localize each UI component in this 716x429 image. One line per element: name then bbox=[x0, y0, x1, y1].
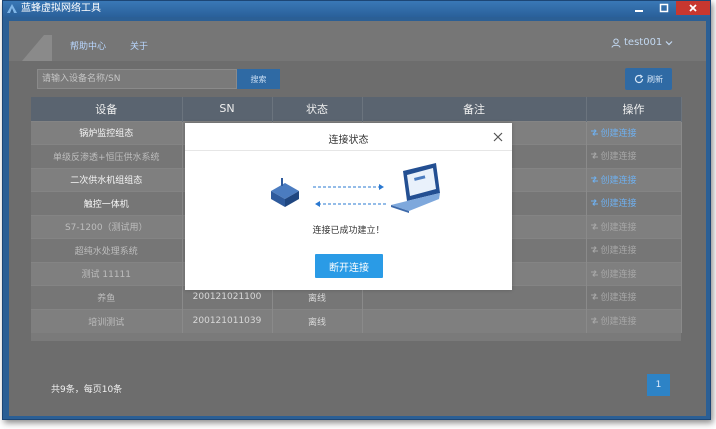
header-action: 操作 bbox=[586, 97, 682, 121]
nav-help-center[interactable]: 帮助中心 bbox=[70, 39, 106, 52]
action-cell: 创建连接 bbox=[586, 285, 682, 309]
create-connection-link[interactable]: 创建连接 bbox=[590, 196, 637, 209]
table-header-row: 设备 SN 状态 备注 操作 bbox=[31, 97, 682, 121]
maximize-button[interactable] bbox=[652, 1, 676, 15]
search-input[interactable] bbox=[37, 69, 237, 89]
create-connection-link[interactable]: 创建连接 bbox=[590, 126, 637, 139]
device-name: S7-1200（测试用） bbox=[31, 214, 183, 239]
action-cell: 创建连接 bbox=[586, 214, 682, 239]
close-icon bbox=[689, 4, 697, 12]
arrows-icon bbox=[313, 184, 386, 207]
device-name: 触控一体机 bbox=[31, 191, 183, 215]
action-cell: 创建连接 bbox=[586, 238, 682, 262]
header-status: 状态 bbox=[272, 97, 363, 121]
create-connection-link[interactable]: 创建连接 bbox=[590, 314, 637, 327]
create-connection-link[interactable]: 创建连接 bbox=[590, 149, 637, 162]
header-note: 备注 bbox=[362, 97, 587, 121]
laptop-icon bbox=[391, 163, 440, 213]
app-window: 蓝蜂虚拟网络工具 帮助中心 关于 test001 请输入设备名称/SN 搜索 刷… bbox=[2, 0, 711, 420]
action-cell: 创建连接 bbox=[586, 261, 682, 286]
create-connection-label: 创建连接 bbox=[600, 175, 637, 186]
device-status: 离线 bbox=[272, 308, 363, 333]
user-menu[interactable]: test001 bbox=[611, 37, 673, 48]
header-device: 设备 bbox=[31, 97, 183, 121]
link-icon bbox=[590, 175, 598, 183]
device-note bbox=[362, 308, 587, 333]
device-name: 养鱼 bbox=[31, 285, 183, 309]
router-icon bbox=[271, 178, 299, 207]
refresh-icon bbox=[634, 74, 644, 84]
action-cell: 创建连接 bbox=[586, 191, 682, 215]
connection-status-dialog: 连接状态 连接已成功建立！ 断开连接 bbox=[185, 123, 512, 290]
nav-about[interactable]: 关于 bbox=[130, 39, 148, 52]
create-connection-label: 创建连接 bbox=[600, 152, 637, 163]
refresh-button[interactable]: 刷新 bbox=[625, 68, 672, 90]
connection-success-message: 连接已成功建立！ bbox=[312, 226, 385, 236]
table-row: 培训测试 200121011039 离线 创建连接 bbox=[31, 308, 682, 333]
action-cell: 创建连接 bbox=[586, 308, 682, 333]
create-connection-link[interactable]: 创建连接 bbox=[590, 243, 637, 256]
nav-decoration bbox=[22, 35, 52, 61]
create-connection-label: 创建连接 bbox=[600, 128, 637, 139]
device-name: 培训测试 bbox=[31, 308, 183, 333]
top-nav: 帮助中心 关于 test001 bbox=[9, 21, 706, 61]
action-cell: 创建连接 bbox=[586, 144, 682, 168]
username: test001 bbox=[624, 37, 663, 48]
create-connection-link[interactable]: 创建连接 bbox=[590, 290, 637, 303]
connection-illustration bbox=[271, 163, 440, 213]
link-icon bbox=[590, 317, 598, 324]
chevron-down-icon bbox=[665, 40, 673, 45]
toolbar: 搜索 刷新 bbox=[9, 61, 706, 95]
header-sn: SN bbox=[182, 97, 273, 121]
close-button[interactable] bbox=[676, 1, 710, 15]
page-button-1[interactable]: 1 bbox=[647, 374, 670, 396]
link-icon bbox=[590, 199, 598, 207]
create-connection-label: 创建连接 bbox=[600, 222, 637, 233]
title-bar[interactable]: 蓝蜂虚拟网络工具 bbox=[3, 1, 710, 17]
refresh-label: 刷新 bbox=[647, 74, 663, 84]
link-icon bbox=[590, 293, 598, 301]
device-name: 测试 11111 bbox=[31, 261, 183, 286]
link-icon bbox=[590, 269, 598, 277]
link-icon bbox=[590, 222, 598, 230]
create-connection-label: 创建连接 bbox=[600, 317, 637, 327]
create-connection-link[interactable]: 创建连接 bbox=[590, 173, 637, 186]
device-name: 单级反渗透+恒压供水系统 bbox=[31, 144, 183, 168]
device-sn: 200121011039 bbox=[182, 308, 273, 333]
device-name: 二次供水机组组态 bbox=[31, 167, 183, 192]
search-button[interactable]: 搜索 bbox=[237, 69, 280, 89]
create-connection-label: 创建连接 bbox=[600, 269, 637, 280]
device-name: 锅炉监控组态 bbox=[31, 120, 183, 145]
create-connection-label: 创建连接 bbox=[600, 199, 637, 210]
minimize-icon bbox=[635, 10, 643, 12]
create-connection-label: 创建连接 bbox=[600, 293, 637, 304]
app-logo-icon bbox=[7, 4, 17, 13]
pagination-summary: 共9条，每页10条 bbox=[51, 385, 123, 395]
window-title: 蓝蜂虚拟网络工具 bbox=[21, 3, 101, 14]
maximize-icon bbox=[659, 3, 669, 13]
link-icon bbox=[590, 152, 598, 160]
device-name: 超纯水处理系统 bbox=[31, 238, 183, 262]
create-connection-link[interactable]: 创建连接 bbox=[590, 267, 637, 280]
user-icon bbox=[611, 38, 621, 48]
disconnect-button[interactable]: 断开连接 bbox=[315, 254, 383, 278]
action-cell: 创建连接 bbox=[586, 167, 682, 192]
link-icon bbox=[590, 128, 598, 136]
create-connection-link[interactable]: 创建连接 bbox=[590, 220, 637, 233]
minimize-button[interactable] bbox=[626, 1, 652, 15]
link-icon bbox=[590, 246, 598, 254]
action-cell: 创建连接 bbox=[586, 120, 682, 145]
create-connection-label: 创建连接 bbox=[600, 246, 637, 257]
